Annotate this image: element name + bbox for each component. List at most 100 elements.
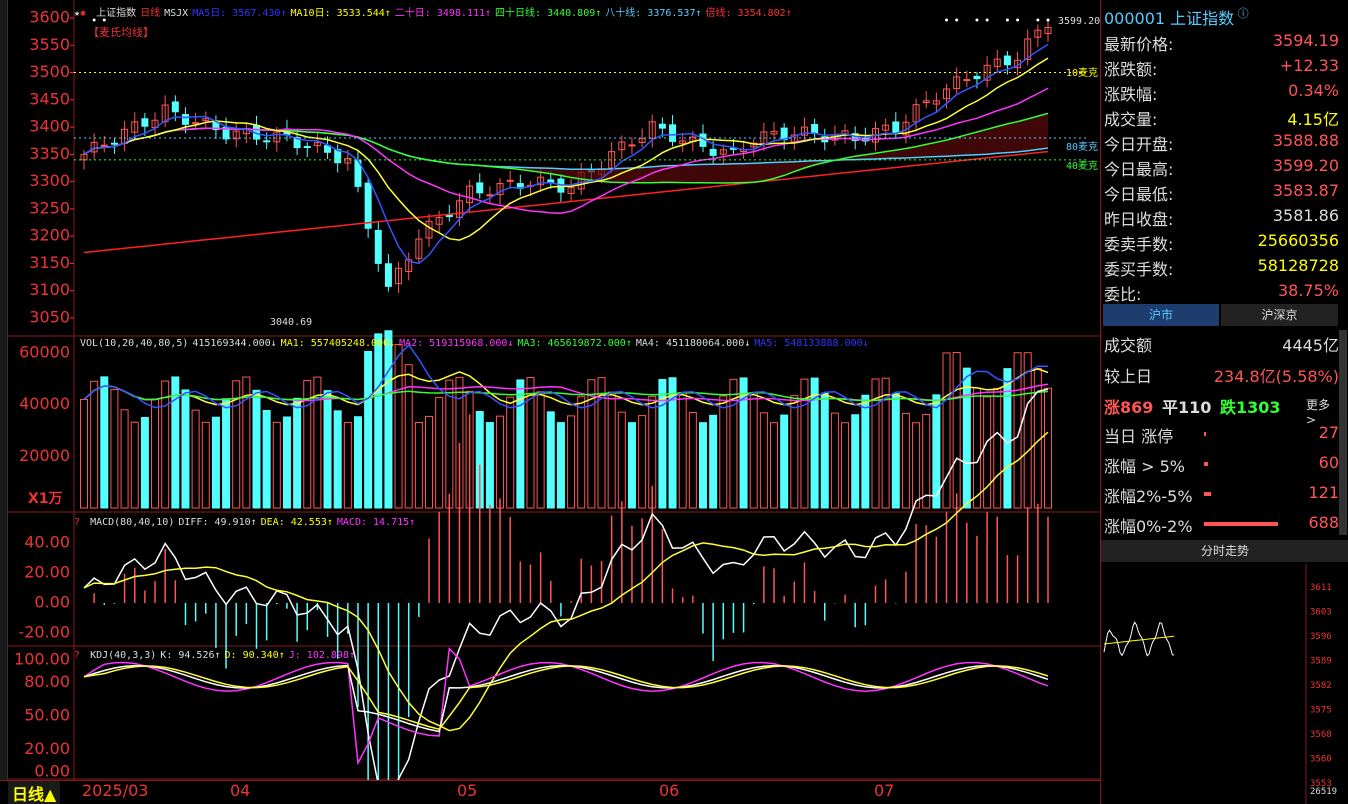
limit-stat-row: 涨幅0%-2% 688 bbox=[1104, 511, 1339, 536]
volume-bar bbox=[1003, 368, 1012, 509]
volume-bar bbox=[353, 416, 362, 509]
limit-stat-row: 涨幅2%-5% 121 bbox=[1104, 481, 1339, 506]
candle-body bbox=[547, 179, 555, 183]
settings-gear-icon[interactable]: ✱ bbox=[80, 8, 86, 19]
vol-axis-label: 40000 bbox=[19, 394, 70, 413]
tab-all-markets[interactable]: 沪深京 bbox=[1221, 304, 1338, 326]
limit-stat-row: 涨幅 > 5% 60 bbox=[1104, 451, 1339, 476]
candle-body bbox=[811, 124, 819, 135]
volume-bar bbox=[445, 379, 454, 509]
quote-row: 委买手数: 58128728 bbox=[1104, 254, 1339, 279]
intraday-title[interactable]: 分时走势 bbox=[1101, 540, 1348, 562]
volume-bar bbox=[161, 380, 170, 509]
quote-row: 今日最高: 3599.20 bbox=[1104, 154, 1339, 179]
volume-bar bbox=[912, 422, 921, 509]
price-axis-label: 3600 bbox=[29, 8, 70, 27]
kline-chart-svg[interactable]: 3600 3550 3500 3450 3400 3350 3300 3250 3200 3150… bbox=[8, 0, 1100, 780]
help-icon[interactable]: ? bbox=[74, 517, 80, 528]
price-indicator-header: ★✱ 上证指数 日线 MSJX MA5日: 3567.430↑ MA10日: 3533.… bbox=[74, 4, 792, 19]
volume-bar bbox=[496, 415, 505, 509]
price-axis-label: 3550 bbox=[29, 35, 70, 54]
volume-bar bbox=[688, 411, 697, 509]
limit-stat-bar bbox=[1204, 522, 1278, 526]
volume-bar bbox=[414, 422, 423, 509]
left-toolbar-strip[interactable] bbox=[0, 0, 8, 804]
kline-chart-area[interactable]: 3600 3550 3500 3450 3400 3350 3300 3250 3200 3150… bbox=[8, 0, 1100, 780]
quote-row-value: 4.15亿 bbox=[1287, 110, 1339, 129]
limit-stat-label: 涨幅0%-2% bbox=[1104, 517, 1193, 536]
quote-row: 最新价格: 3594.19 bbox=[1104, 29, 1339, 54]
macd-indicator-header: ? MACD(80,40,10) DIFF: 49.910↑ DEA: 42.553… bbox=[74, 517, 415, 528]
tab-shanghai[interactable]: 沪市 bbox=[1103, 304, 1219, 326]
limit-stat-value: 121 bbox=[1308, 483, 1339, 502]
kdj-axis-label: 50.00 bbox=[24, 706, 70, 725]
signal-dot bbox=[1046, 18, 1050, 22]
quote-row-label: 委比: bbox=[1104, 285, 1142, 304]
market-row-label: 成交额 bbox=[1104, 336, 1153, 355]
volume-bar bbox=[790, 395, 799, 509]
volume-bar bbox=[151, 398, 160, 509]
x-date-label: 07 bbox=[874, 781, 895, 800]
quote-row-value: 38.75% bbox=[1277, 281, 1339, 300]
kdj-axis-label: 20.00 bbox=[24, 739, 70, 758]
x-date-label: 2025/03 bbox=[82, 781, 149, 800]
candle-body bbox=[110, 142, 118, 145]
signal-dot bbox=[1036, 18, 1040, 22]
quote-row-label: 成交量: bbox=[1104, 110, 1158, 129]
candle-body bbox=[141, 118, 149, 127]
indicator-value: 八十线: 3376.537↑ bbox=[605, 8, 702, 19]
intraday-chart[interactable]: 3611360335963589358235753568356035532651… bbox=[1101, 564, 1348, 804]
candle-body bbox=[100, 144, 108, 147]
quote-row: 涨跌幅: 0.34% bbox=[1104, 79, 1339, 104]
volume-bar bbox=[851, 414, 860, 509]
signal-dot bbox=[975, 18, 979, 22]
right-scrollbar[interactable] bbox=[1339, 330, 1347, 535]
limit-stat-label: 当日 涨停 bbox=[1104, 427, 1174, 446]
quote-row: 今日开盘: 3588.88 bbox=[1104, 129, 1339, 154]
candle-body bbox=[384, 263, 392, 287]
quote-row-label: 委卖手数: bbox=[1104, 235, 1174, 254]
mai80-label: 80麦克 bbox=[1066, 141, 1098, 153]
k-line bbox=[83, 664, 1049, 733]
quote-row: 涨跌额: +12.33 bbox=[1104, 54, 1339, 79]
signal-dot bbox=[945, 18, 949, 22]
volume-bar bbox=[140, 416, 149, 509]
candle-body bbox=[892, 121, 900, 133]
volume-indicator-header: VOL(10,20,40,80,5) 415169344.000↓ MA1: 557… bbox=[76, 338, 869, 349]
volume-bar bbox=[506, 396, 515, 509]
x-date-label: 05 bbox=[457, 781, 478, 800]
timeframe-selector[interactable]: 日线▲ bbox=[8, 781, 61, 804]
signal-dot bbox=[1005, 18, 1009, 22]
price-axis-label: 3350 bbox=[29, 144, 70, 163]
volume-bar bbox=[922, 413, 931, 509]
d-line bbox=[83, 665, 1049, 731]
volume-bar bbox=[323, 390, 332, 509]
quote-title[interactable]: 000001 上证指数 ⓘ bbox=[1104, 5, 1249, 29]
quote-panel: 000001 上证指数 ⓘ 最新价格: 3594.19 涨跌额: +12.33 涨跌幅:… bbox=[1100, 0, 1348, 804]
limit-stat-bar bbox=[1204, 462, 1208, 466]
vol-unit-label: X1万 bbox=[28, 491, 63, 507]
info-icon[interactable]: ⓘ bbox=[1234, 7, 1249, 20]
kdj-axis-label: 0.00 bbox=[34, 762, 70, 781]
volume-bar bbox=[485, 422, 494, 509]
quote-row: 今日最低: 3583.87 bbox=[1104, 179, 1339, 204]
market-row-value: 234.8亿(5.58%) bbox=[1213, 367, 1339, 386]
candle-body bbox=[486, 194, 494, 197]
intraday-axis-label: 3603 bbox=[1310, 608, 1332, 618]
volume-bar bbox=[201, 421, 210, 509]
volume-bar bbox=[333, 410, 342, 509]
indicator-value: MACD: 14.715↑ bbox=[336, 517, 416, 528]
price-axis-label: 3250 bbox=[29, 198, 70, 217]
quote-row-value: 3581.86 bbox=[1272, 206, 1339, 225]
candle-body bbox=[171, 101, 179, 113]
mai-label: 【麦氏均线】 bbox=[88, 26, 154, 39]
market-row-label: 较上日 bbox=[1104, 367, 1153, 386]
price-axis-label: 3300 bbox=[29, 171, 70, 190]
market-row: 较上日 234.8亿(5.58%) bbox=[1104, 361, 1339, 386]
intraday-axis-label: 3575 bbox=[1310, 706, 1332, 716]
intraday-price-line bbox=[1103, 621, 1175, 657]
volume-bar bbox=[211, 416, 220, 509]
volume-bar bbox=[972, 387, 981, 509]
help-icon[interactable]: ? bbox=[74, 650, 80, 661]
indicator-value: MA1: 557405248.000↓ bbox=[280, 338, 396, 349]
